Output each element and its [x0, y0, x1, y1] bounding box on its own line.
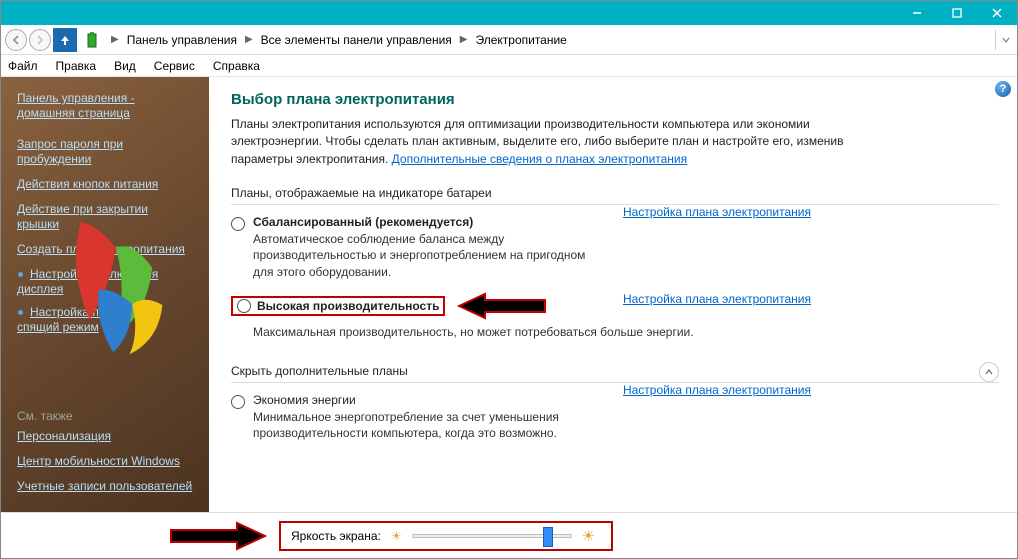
menu-file[interactable]: Файл — [7, 58, 39, 74]
menu-view[interactable]: Вид — [113, 58, 137, 74]
back-button[interactable] — [5, 29, 27, 51]
up-button[interactable] — [53, 28, 77, 52]
chevron-right-icon: ▶ — [107, 34, 123, 45]
menu-tools[interactable]: Сервис — [153, 58, 196, 74]
sidebar: Панель управления - домашняя страница За… — [1, 77, 209, 512]
configure-plan-link[interactable]: Настройка плана электропитания — [623, 292, 811, 306]
configure-plan-link[interactable]: Настройка плана электропитания — [623, 205, 811, 219]
sidebar-home-link[interactable]: Панель управления - домашняя страница — [17, 91, 193, 121]
sidebar-link[interactable]: Запрос пароля при пробуждении — [17, 137, 193, 167]
slider-thumb[interactable] — [543, 527, 553, 547]
more-info-link[interactable]: Дополнительные сведения о планах электро… — [392, 152, 687, 166]
address-dropdown[interactable] — [995, 30, 1015, 50]
chevron-right-icon: ▶ — [456, 34, 472, 45]
annotation-arrow-icon — [167, 521, 267, 551]
plan-name: Экономия энергии — [253, 393, 603, 407]
address-bar: ▶ Панель управления ▶ Все элементы панел… — [1, 25, 1017, 55]
main-content: ? Выбор плана электропитания Планы элект… — [209, 77, 1017, 512]
plan-name: Сбалансированный (рекомендуется) — [253, 215, 603, 229]
radio-balanced[interactable] — [231, 217, 245, 231]
chevron-right-icon: ▶ — [241, 34, 257, 45]
sidebar-see-also-link[interactable]: Персонализация — [17, 429, 193, 444]
section-hide-plans[interactable]: Скрыть дополнительные планы — [231, 364, 999, 383]
sidebar-see-also-head: См. также — [17, 409, 193, 423]
breadcrumb-item[interactable]: Панель управления — [125, 31, 239, 49]
minimize-button[interactable] — [897, 1, 937, 25]
brightness-label: Яркость экрана: — [291, 529, 381, 543]
brightness-slider[interactable] — [412, 534, 572, 538]
configure-plan-link[interactable]: Настройка плана электропитания — [623, 383, 811, 397]
plan-desc: Максимальная производительность, но може… — [253, 324, 793, 340]
page-title: Выбор плана электропитания — [231, 91, 999, 108]
sun-dim-icon: ☀ — [391, 529, 402, 543]
maximize-button[interactable] — [937, 1, 977, 25]
sidebar-see-also-link[interactable]: Учетные записи пользователей — [17, 479, 193, 494]
menu-bar: Файл Правка Вид Сервис Справка — [1, 55, 1017, 77]
bottom-bar: Яркость экрана: ☀ ☀ — [1, 512, 1017, 558]
sidebar-see-also-link[interactable]: Центр мобильности Windows — [17, 454, 193, 469]
breadcrumb-item[interactable]: Электропитание — [473, 31, 568, 49]
collapse-button[interactable] — [979, 362, 999, 382]
menu-edit[interactable]: Правка — [55, 58, 98, 74]
radio-high-perf[interactable] — [237, 299, 251, 313]
close-button[interactable] — [977, 1, 1017, 25]
plan-desc: Автоматическое соблюдение баланса между … — [253, 231, 603, 280]
annotation-arrow-icon — [457, 292, 547, 320]
bullet-icon — [17, 309, 24, 316]
radio-power-saver[interactable] — [231, 395, 245, 409]
windows-logo-icon — [55, 202, 188, 362]
annotation-highlight-plan: Высокая производительность — [231, 296, 445, 316]
forward-button[interactable] — [29, 29, 51, 51]
title-bar — [1, 1, 1017, 25]
battery-icon — [81, 29, 103, 51]
bullet-icon — [17, 271, 24, 278]
menu-help[interactable]: Справка — [212, 58, 261, 74]
annotation-highlight-brightness: Яркость экрана: ☀ ☀ — [279, 521, 613, 551]
sidebar-link[interactable]: Действия кнопок питания — [17, 177, 193, 192]
plan-name: Высокая производительность — [257, 299, 439, 313]
intro-text: Планы электропитания используются для оп… — [231, 116, 871, 168]
plan-desc: Минимальное энергопотребление за счет ум… — [253, 409, 603, 441]
breadcrumb-item[interactable]: Все элементы панели управления — [259, 31, 454, 49]
section-plans-visible: Планы, отображаемые на индикаторе батаре… — [231, 186, 999, 205]
sun-bright-icon: ☀ — [582, 527, 595, 545]
help-icon[interactable]: ? — [995, 81, 1011, 97]
